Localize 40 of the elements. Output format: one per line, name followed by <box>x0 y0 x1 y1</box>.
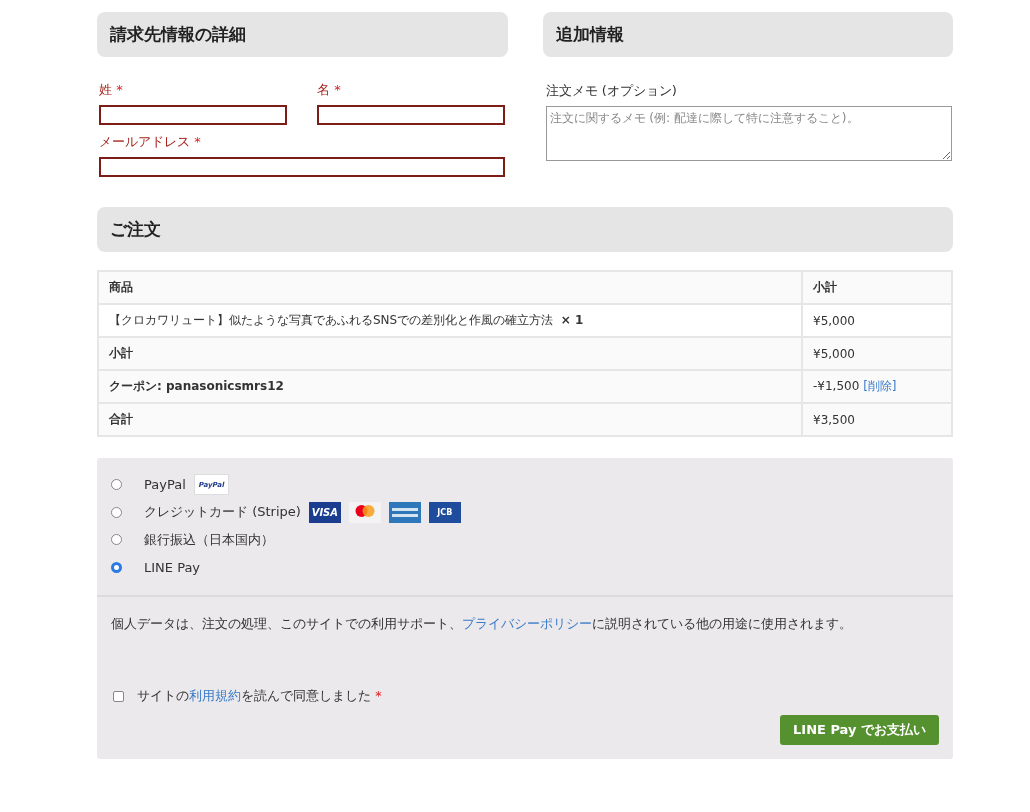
section-heading: 請求先情報の詳細 <box>97 12 508 57</box>
column-header: 商品 <box>98 271 802 304</box>
table-cell: ¥5,000 <box>802 337 952 370</box>
table-cell: 合計 <box>98 403 802 436</box>
privacy-notice: 個人データは、注文の処理、このサイトでの利用サポート、プライバシーポリシーに説明されている他の用途に使用されます。 <box>111 615 853 633</box>
pay-button[interactable]: LINE Pay でお支払い <box>780 715 939 745</box>
input-field[interactable] <box>317 105 505 125</box>
table-cell: ¥3,500 <box>802 403 952 436</box>
table-cell: クーポン: panasonicsmrs12 <box>98 370 802 403</box>
section-heading: ご注文 <box>97 207 953 252</box>
checkbox[interactable] <box>113 690 124 702</box>
input-field[interactable] <box>99 105 287 125</box>
mastercard-logo <box>348 501 381 523</box>
table-cell: -¥1,500 [削除] <box>802 370 952 403</box>
amex-logo <box>388 501 421 523</box>
table-cell: 【クロカワリュート】似たような写真であふれるSNSでの差別化と作風の確立方法 × 1 <box>98 304 802 337</box>
visa-logo: VISA <box>308 501 341 523</box>
radio-button[interactable] <box>111 506 122 518</box>
terms-link[interactable]: 利用規約 <box>189 688 241 703</box>
radio-button[interactable] <box>111 479 122 491</box>
section-heading: 追加情報 <box>542 12 953 57</box>
field-label: 姓 * <box>98 81 124 99</box>
table-cell: ¥5,000 <box>802 304 952 337</box>
payment-method-label[interactable]: クレジットカード (Stripe) <box>144 503 301 522</box>
table-cell: 小計 <box>98 337 802 370</box>
radio-button[interactable] <box>111 534 122 546</box>
payment-method-label[interactable]: 銀行振込（日本国内） <box>144 530 274 549</box>
field-label: 注文メモ (オプション) <box>544 82 678 100</box>
order-notes-field[interactable]: 注文に関するメモ (例: 配達に際して特に注意すること)。 <box>545 106 952 161</box>
column-header: 小計 <box>802 271 952 304</box>
payment-method-label[interactable]: PayPal <box>144 477 186 493</box>
payment-method-label[interactable]: LINE Pay <box>144 559 201 575</box>
remove-link[interactable]: [削除] <box>863 379 897 393</box>
input-field[interactable] <box>99 157 505 177</box>
field-label: 名 * <box>316 81 342 99</box>
field-label: メールアドレス * <box>98 133 202 151</box>
jcb-logo: JCB <box>428 501 461 523</box>
privacy-policy-link[interactable]: プライバシーポリシー <box>462 616 592 631</box>
terms-label: サイトの利用規約を読んで同意しました * <box>137 687 382 705</box>
radio-button[interactable] <box>111 561 122 573</box>
